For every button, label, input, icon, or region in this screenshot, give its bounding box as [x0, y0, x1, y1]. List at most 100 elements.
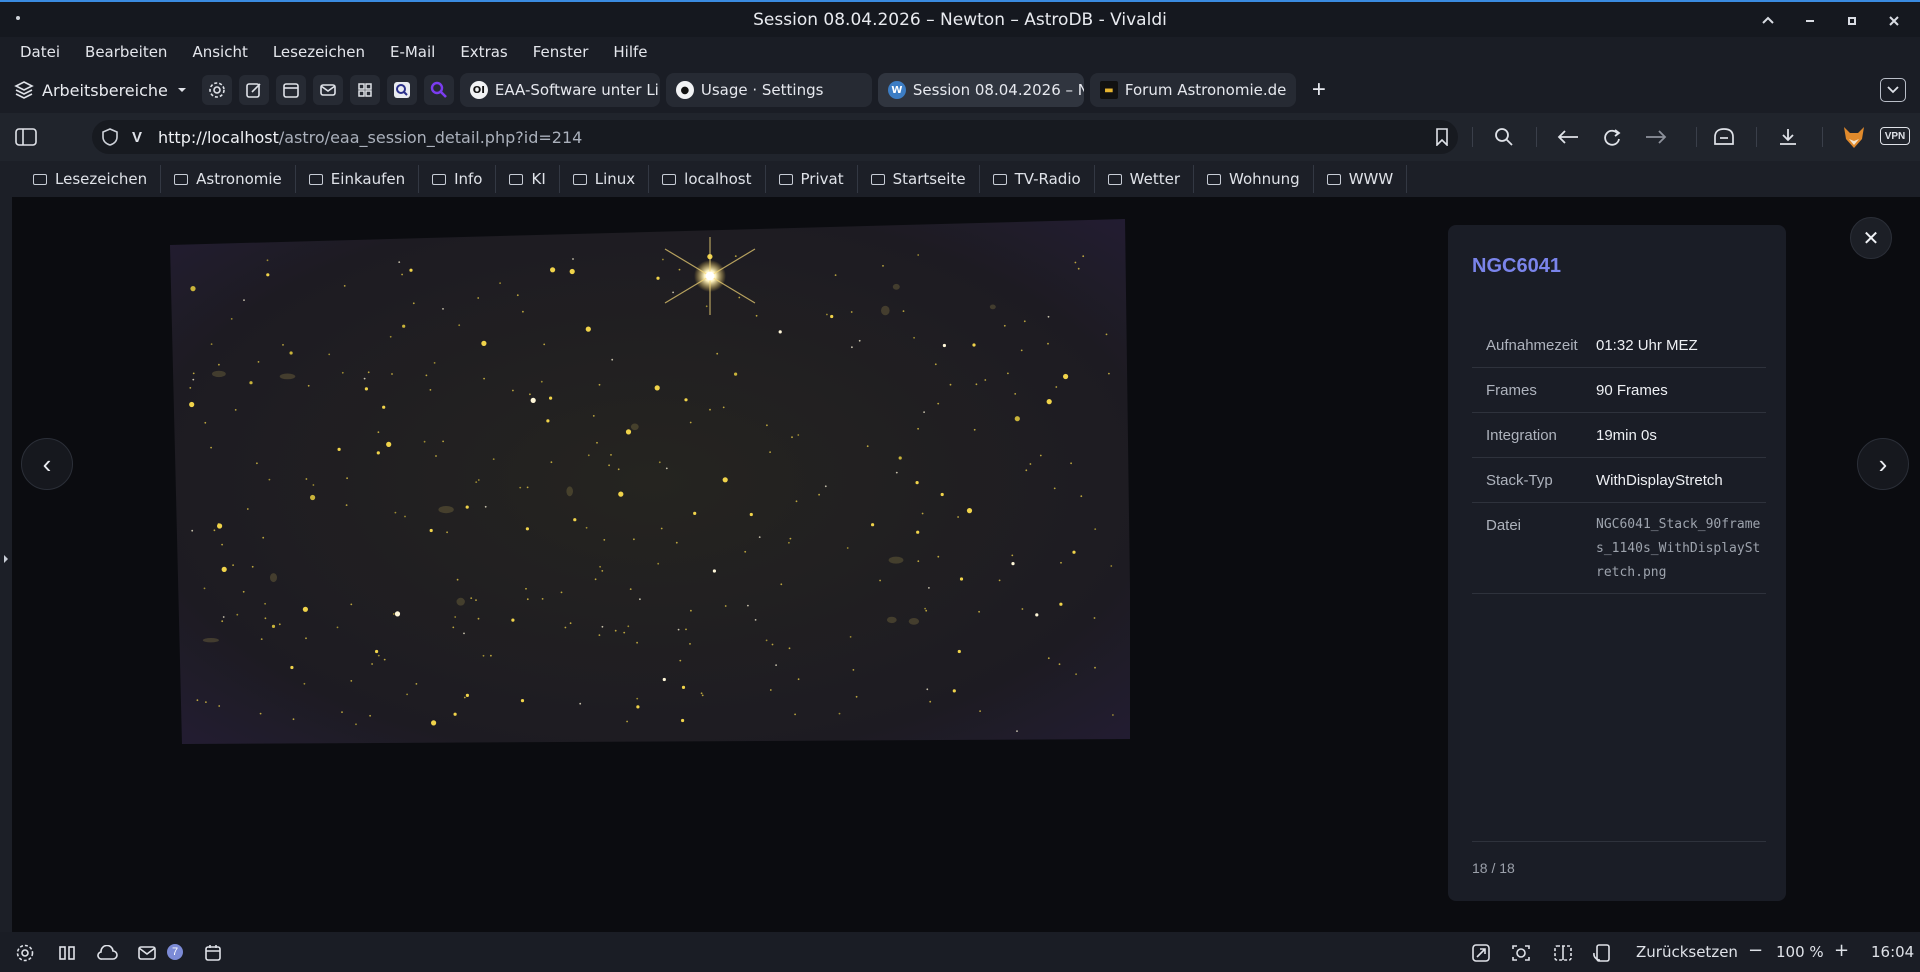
- home-icon[interactable]: [1712, 125, 1736, 149]
- bookmark-folder-startseite[interactable]: Startseite: [858, 165, 980, 193]
- star: [603, 539, 606, 541]
- images-toggle-icon[interactable]: [1592, 942, 1614, 964]
- menu-ansicht[interactable]: Ansicht: [192, 43, 247, 61]
- reload-icon[interactable]: [1600, 125, 1624, 149]
- tab-bar: Arbeitsbereiche OI EAA-Software unter Li…: [0, 67, 1920, 113]
- star: [541, 598, 544, 600]
- bookmark-folder-tv-radio[interactable]: TV-Radio: [980, 165, 1095, 193]
- menu-fenster[interactable]: Fenster: [533, 43, 589, 61]
- url-field[interactable]: V http://localhost/astro/eaa_session_det…: [92, 120, 1458, 154]
- back-arrow-icon[interactable]: [1556, 125, 1580, 149]
- next-image-button[interactable]: ›: [1857, 438, 1909, 490]
- folder-icon: [870, 173, 885, 185]
- star: [260, 638, 263, 640]
- mail-status-icon[interactable]: [136, 942, 158, 964]
- fox-extension-icon[interactable]: [1840, 123, 1868, 151]
- star: [636, 641, 638, 644]
- menu-email[interactable]: E-Mail: [390, 43, 435, 61]
- star: [1047, 315, 1050, 318]
- tile-icon[interactable]: [56, 942, 78, 964]
- bookmark-folder-linux[interactable]: Linux: [560, 165, 650, 193]
- tab-usage-settings[interactable]: ● Usage · Settings: [665, 73, 872, 107]
- bookmark-folder-privat[interactable]: Privat: [766, 165, 858, 193]
- star: [791, 436, 793, 439]
- maximize-icon[interactable]: [1844, 13, 1860, 29]
- star: [608, 464, 610, 467]
- workspaces-label: Arbeitsbereiche: [42, 80, 168, 100]
- star: [337, 447, 341, 451]
- download-icon[interactable]: [1776, 125, 1800, 149]
- zoom-reset-button[interactable]: Zurücksetzen: [1636, 943, 1738, 961]
- zoom-out-button[interactable]: −: [1748, 940, 1763, 961]
- chevron-up-icon[interactable]: [1760, 13, 1776, 29]
- menu-datei[interactable]: Datei: [20, 43, 60, 61]
- prev-image-button[interactable]: ‹: [21, 438, 73, 490]
- star: [1082, 255, 1085, 258]
- bookmark-folder-www[interactable]: WWW: [1314, 165, 1408, 193]
- star: [1077, 267, 1080, 270]
- search-panel-icon[interactable]: [386, 75, 417, 105]
- star: [771, 643, 774, 646]
- new-tab-plus-icon[interactable]: +: [1312, 76, 1326, 104]
- minimize-icon[interactable]: [1802, 13, 1818, 29]
- bookmark-icon[interactable]: [1430, 125, 1454, 149]
- screenshot-icon[interactable]: [1510, 942, 1532, 964]
- bookmark-folder-localhost[interactable]: localhost: [649, 165, 766, 193]
- star: [679, 659, 682, 662]
- workspaces-button[interactable]: Arbeitsbereiche: [14, 80, 188, 100]
- folder-icon: [33, 173, 47, 185]
- star: [341, 711, 343, 713]
- menu-bearbeiten[interactable]: Bearbeiten: [85, 43, 167, 61]
- mail-icon[interactable]: [312, 75, 343, 105]
- star: [307, 384, 310, 387]
- close-icon[interactable]: [1886, 13, 1902, 29]
- star: [966, 508, 973, 514]
- bookmark-folder-einkaufen[interactable]: Einkaufen: [296, 165, 420, 193]
- page-actions-icon[interactable]: [1470, 942, 1492, 964]
- panel-toggle-icon[interactable]: [14, 125, 38, 149]
- settings-icon[interactable]: [14, 942, 36, 964]
- search-icon[interactable]: [423, 75, 454, 105]
- gear-icon[interactable]: [201, 75, 232, 105]
- detail-filename: NGC6041_Stack_90frames_1140s_WithDisplay…: [1596, 502, 1766, 594]
- star: [959, 577, 964, 581]
- search-icon[interactable]: [1492, 125, 1516, 149]
- page-tiling-icon[interactable]: [1552, 942, 1574, 964]
- star: [483, 377, 485, 380]
- star: [1020, 349, 1023, 352]
- star: [442, 440, 444, 443]
- menu-hilfe[interactable]: Hilfe: [613, 43, 647, 61]
- star: [747, 604, 749, 607]
- tab-session-newton[interactable]: W Session 08.04.2026 – Newt: [877, 73, 1084, 107]
- bookmark-folder-info[interactable]: Info: [419, 165, 497, 193]
- forward-arrow-icon[interactable]: [1644, 125, 1668, 149]
- image-counter: 18 / 18: [1472, 860, 1515, 876]
- tab-eaa-software[interactable]: OI EAA-Software unter Lin...: [459, 73, 660, 107]
- grid-icon[interactable]: [349, 75, 380, 105]
- zoom-in-button[interactable]: +: [1834, 940, 1849, 961]
- tab-forum-astronomie[interactable]: ▬ Forum Astronomie.de: [1089, 73, 1296, 107]
- status-bar: 7 Zurücksetzen − 100 % + 16:04: [0, 932, 1920, 972]
- vpn-icon[interactable]: VPN: [1880, 127, 1910, 145]
- star: [350, 680, 353, 682]
- bookmark-folder-wohnung[interactable]: Wohnung: [1194, 165, 1314, 193]
- menu-extras[interactable]: Extras: [460, 43, 507, 61]
- galaxy: [630, 423, 639, 431]
- menu-lesezeichen[interactable]: Lesezeichen: [273, 43, 365, 61]
- bookmark-folder-ki[interactable]: KI: [496, 165, 560, 193]
- star: [217, 523, 223, 529]
- notes-icon[interactable]: [238, 75, 269, 105]
- bookmark-folder-lesezeichen[interactable]: Lesezeichen: [20, 165, 162, 193]
- bookmark-folder-astronomie[interactable]: Astronomie: [161, 165, 296, 193]
- detail-label: Aufnahmezeit: [1472, 323, 1596, 368]
- calendar-icon[interactable]: [202, 942, 224, 964]
- cloud-sync-icon[interactable]: [96, 942, 118, 964]
- star: [463, 696, 466, 699]
- star: [1047, 657, 1050, 660]
- bookmark-folder-wetter[interactable]: Wetter: [1095, 165, 1195, 193]
- window-menu-dot[interactable]: [16, 16, 20, 20]
- close-lightbox-button[interactable]: ✕: [1850, 217, 1892, 259]
- tab-list-chevron-icon[interactable]: [1880, 78, 1906, 102]
- calendar-icon[interactable]: [275, 75, 306, 105]
- star: [346, 477, 348, 480]
